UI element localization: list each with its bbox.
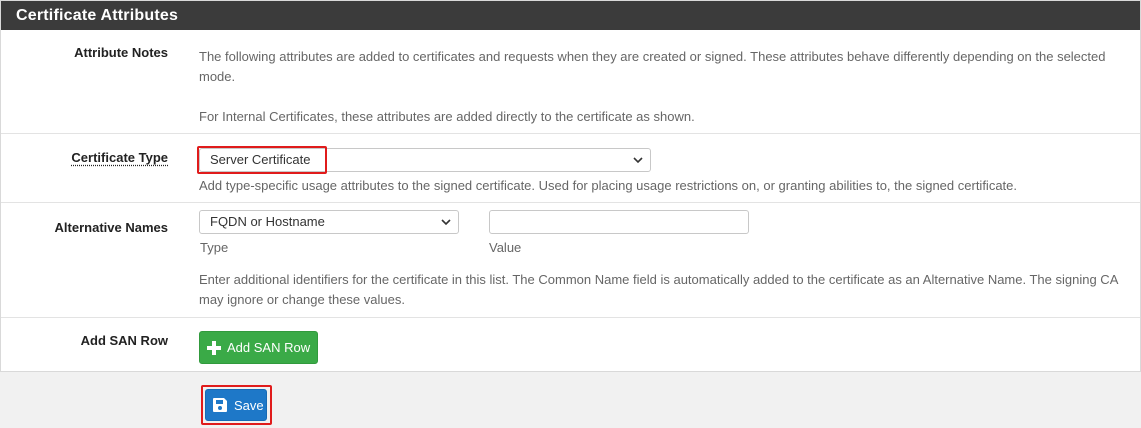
san-value-input[interactable] <box>489 210 749 234</box>
alternative-names-help: Enter additional identifiers for the cer… <box>199 272 1118 307</box>
certificate-type-label: Certificate Type <box>71 150 168 165</box>
attribute-notes-row: Attribute Notes The following attributes… <box>1 30 1140 134</box>
san-type-selected-value: FQDN or Hostname <box>210 214 325 229</box>
certificate-attributes-panel: Certificate Attributes Attribute Notes T… <box>0 0 1141 372</box>
alternative-names-row: Alternative Names FQDN or Hostname Type … <box>1 203 1140 318</box>
attribute-notes-label: Attribute Notes <box>74 45 168 60</box>
add-san-row-button-label: Add SAN Row <box>227 340 311 355</box>
plus-icon <box>207 340 221 355</box>
chevron-down-icon <box>633 157 643 164</box>
san-type-select[interactable]: FQDN or Hostname <box>199 210 459 234</box>
add-san-row: Add SAN Row Add SAN Row <box>1 318 1140 371</box>
add-san-row-label: Add SAN Row <box>80 333 168 348</box>
attribute-notes-text: The following attributes are added to ce… <box>199 49 1106 84</box>
san-value-caption: Value <box>489 240 522 255</box>
certificate-type-help: Add type-specific usage attributes to th… <box>199 178 1017 193</box>
certificate-type-highlight <box>197 146 327 174</box>
alternative-names-label: Alternative Names <box>54 220 168 235</box>
chevron-down-icon <box>441 219 451 226</box>
panel-title: Certificate Attributes <box>1 1 1140 30</box>
add-san-row-button[interactable]: Add SAN Row <box>199 331 318 364</box>
san-type-caption: Type <box>200 240 229 255</box>
attribute-notes-text-internal: For Internal Certificates, these attribu… <box>199 109 695 124</box>
certificate-type-row: Certificate Type Server Certificate Add … <box>1 134 1140 203</box>
save-button-highlight <box>201 385 272 425</box>
